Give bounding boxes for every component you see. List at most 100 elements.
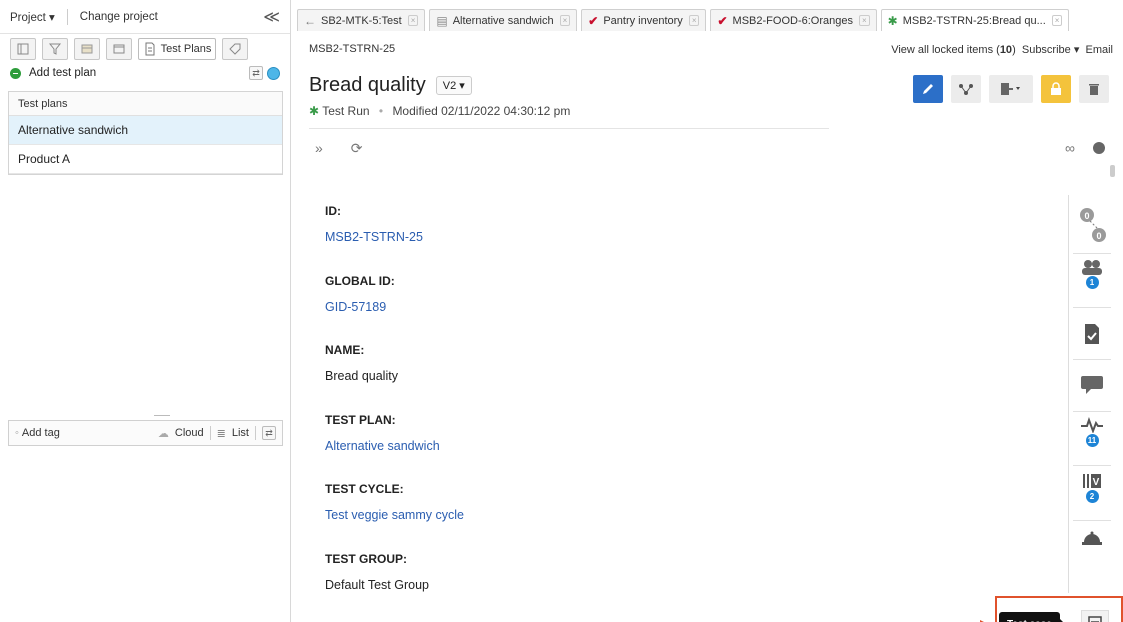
window-icon [113,44,125,54]
tab-sb2-mtk-5[interactable]: ← SB2-MTK-5:Test × [297,9,426,31]
tab-label: SB2-MTK-5:Test [321,14,402,27]
review-widget[interactable] [1069,323,1115,345]
divider [1073,465,1111,466]
collapse-panel-button[interactable]: ≪ [263,7,280,27]
item-toolbar [913,75,1109,103]
close-icon[interactable]: × [688,15,700,26]
filter-tab[interactable] [42,38,68,60]
field-value[interactable]: MSB2-TSTRN-25 [325,230,925,244]
settings-icon[interactable]: ⇄ [249,66,263,80]
tag-icon: ◦ [15,427,19,439]
field-name: NAME: Bread quality [325,343,925,413]
tree-view-tab[interactable] [10,38,36,60]
check-circle-icon[interactable] [1093,142,1105,154]
check-icon: ✔ [588,13,599,28]
field-global-id: GLOBAL ID: GID-57189 [325,274,925,344]
resize-handle[interactable] [154,415,170,419]
locked-count: 10 [999,44,1013,56]
back-arrow-icon[interactable]: ← [304,14,316,28]
tab-pantry-inventory[interactable]: ✔ Pantry inventory × [581,9,707,31]
scrollbar[interactable] [1110,165,1115,177]
version-dropdown[interactable]: V2 ▾ [435,76,472,95]
edit-button[interactable] [913,75,943,103]
delete-button[interactable] [1079,75,1109,103]
field-label: NAME: [325,343,365,357]
trash-icon [1089,84,1099,95]
arrow-icon [980,620,984,622]
versions-widget[interactable]: V 2 [1069,473,1115,503]
svg-text:V: V [1093,477,1100,488]
change-project-link[interactable]: Change project [80,11,158,23]
add-tag-button[interactable]: Add tag [22,427,60,439]
test-plans-tab[interactable]: Test Plans [138,38,216,60]
test-case-tooltip: Test case [999,612,1066,622]
tag-settings-icon[interactable]: ⇄ [262,426,276,440]
activity-widget[interactable]: 11 [1069,417,1115,447]
filter-icon [48,43,62,55]
export-dropdown-button[interactable] [989,75,1033,103]
grid-icon [81,44,93,54]
field-label: TEST CYCLE: [325,482,404,496]
annotation-arrow [782,618,992,622]
field-value[interactable]: Alternative sandwich [325,439,925,453]
runner-icon: ✱ [887,13,898,28]
relationship-icon: 0 0 [1080,208,1106,242]
approved-document-icon [1085,324,1099,344]
link-icon[interactable]: ∞ [1065,140,1075,156]
email-link[interactable]: Email [1085,44,1113,56]
field-label: TEST GROUP: [325,551,408,566]
item-fields: ID: MSB2-TSTRN-25 GLOBAL ID: GID-57189 N… [325,204,925,621]
versions-count-badge: 2 [1085,490,1099,503]
users-icon [1082,260,1102,275]
test-plans-list: Test plans Alternative sandwich Product … [8,91,283,175]
comments-widget[interactable] [1069,375,1115,395]
view-locked-items-link[interactable]: View all locked items (10) [891,44,1016,56]
globe-icon[interactable] [267,66,280,80]
field-value: Bread quality [325,369,398,383]
tab-msb2-tstrn-25[interactable]: ✱ MSB2-TSTRN-25:Bread qu... × [880,9,1070,31]
expand-all-icon[interactable]: » [315,140,323,157]
refresh-icon[interactable]: ⟳ [351,140,363,157]
window-tab[interactable] [106,38,132,60]
item-id-label: MSB2-TSTRN-25 [309,43,396,55]
activity-count-badge: 11 [1085,434,1099,447]
subscribe-dropdown[interactable]: Subscribe ▾ [1022,44,1080,56]
service-widget[interactable] [1069,530,1115,546]
divider [1073,359,1111,360]
list-view-button[interactable]: List [232,427,249,439]
add-plan-actions: ⇄ [249,66,280,80]
list-item[interactable]: Product A [9,145,282,174]
tags-tab[interactable] [222,38,248,60]
field-label: ID: [325,204,341,218]
add-test-plan-button[interactable]: Add test plan [29,67,96,79]
close-icon[interactable]: × [559,15,571,26]
close-icon[interactable]: × [858,15,870,26]
field-test-cycle: TEST CYCLE: Test veggie sammy cycle [325,482,925,552]
divider [1073,307,1111,308]
tab-label: Pantry inventory [603,14,683,27]
lock-button[interactable] [1041,75,1071,103]
add-test-plan-row: Add test plan ⇄ [0,62,290,84]
project-dropdown[interactable]: Project ▾ [10,10,55,24]
reports-tab[interactable] [74,38,100,60]
item-tabs: ← SB2-MTK-5:Test × ▤ Alternative sandwic… [297,8,1123,32]
close-icon[interactable]: × [1051,15,1063,26]
relationships-widget[interactable]: 0 0 [1069,203,1115,245]
test-case-button[interactable] [1081,610,1109,622]
tab-alternative-sandwich[interactable]: ▤ Alternative sandwich × [429,9,578,31]
field-value[interactable]: Test veggie sammy cycle [325,508,925,522]
add-icon[interactable] [10,67,21,79]
relationships-button[interactable] [951,75,981,103]
tab-label: Alternative sandwich [452,14,554,27]
list-item[interactable]: Alternative sandwich [9,116,282,145]
field-value[interactable]: GID-57189 [325,300,925,314]
users-count-badge: 1 [1085,276,1099,289]
close-icon[interactable]: × [407,15,419,26]
divider [1073,253,1111,254]
cloud-view-button[interactable]: Cloud [175,427,204,439]
versions-icon: V [1083,474,1101,488]
users-widget[interactable]: 1 [1069,259,1115,289]
left-panel: Project ▾ Change project ≪ Test Plans Ad… [0,0,291,622]
field-test-group: TEST GROUP: Default Test Group [325,552,925,622]
tab-msb2-food-6[interactable]: ✔ MSB2-FOOD-6:Oranges × [710,9,877,31]
